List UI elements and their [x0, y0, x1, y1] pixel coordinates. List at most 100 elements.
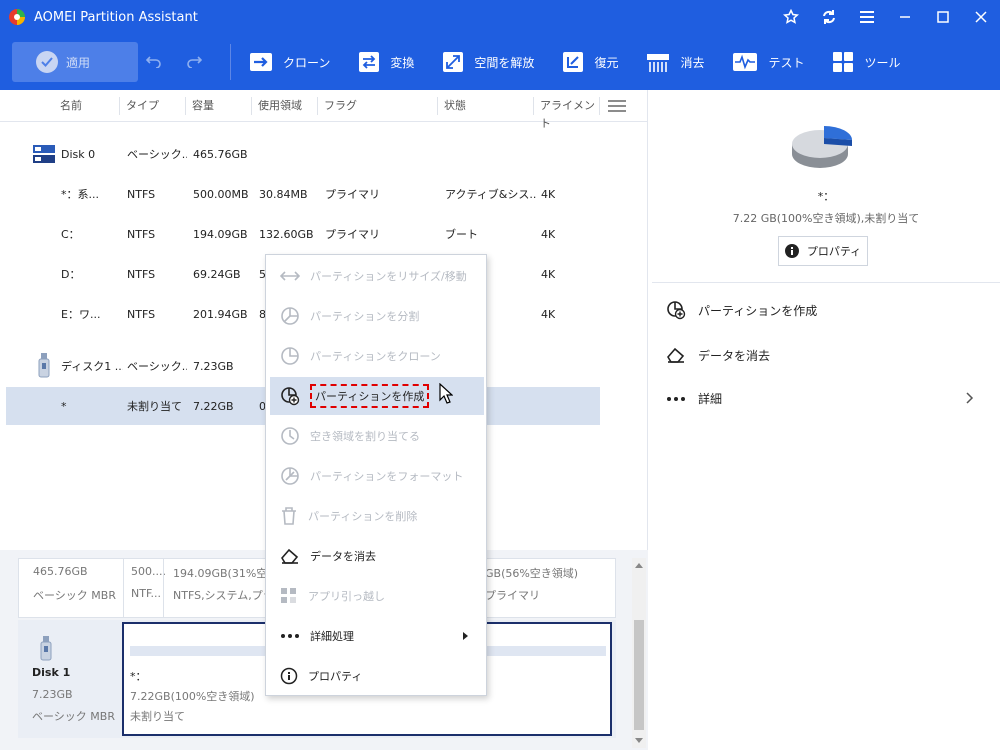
apply-button[interactable]: 適用: [12, 42, 138, 82]
highlighted-menu-label: パーティションを作成: [310, 384, 430, 408]
disk1-kind: ベーシック MBR: [32, 710, 115, 723]
check-icon: [36, 51, 58, 73]
disk1-name: Disk 1: [32, 666, 71, 679]
submenu-arrow-icon: [463, 632, 468, 640]
menu-item-clone[interactable]: パーティションをクローン: [270, 337, 484, 375]
row-capacity: 69.24GB: [193, 267, 241, 281]
col-type[interactable]: タイプ: [120, 96, 186, 115]
free-space-button[interactable]: 空間を解放: [442, 51, 534, 73]
row-type: ベーシック...: [127, 360, 187, 373]
clone-button[interactable]: クローン: [249, 52, 330, 72]
partition-fs: プライマリ: [485, 589, 540, 602]
divider: [652, 282, 1000, 283]
menu-item-delete[interactable]: パーティションを削除: [270, 497, 484, 535]
menu-item-allocate-free-space[interactable]: 空き領域を割り当てる: [270, 417, 484, 455]
favorite-star-icon[interactable]: [772, 0, 810, 34]
usb-drive-icon: [38, 353, 50, 378]
row-name: E：ワ...: [61, 308, 101, 321]
partition-info: 7.22 GB(100%空き領域),未割り当て: [732, 212, 920, 225]
usb-drive-icon: [40, 636, 52, 661]
menu-item-app-mover[interactable]: アプリ引っ越し: [270, 577, 484, 615]
refresh-icon[interactable]: [810, 0, 848, 34]
disk-pie-chart-icon: [792, 126, 852, 168]
toolbar-separator: [230, 44, 231, 80]
menu-item-resize-move[interactable]: パーティションをリサイズ/移動: [270, 257, 484, 295]
row-name: *: [61, 399, 67, 413]
row-name: D：: [61, 268, 81, 281]
hard-disk-icon: [33, 145, 55, 163]
redo-icon[interactable]: [186, 53, 203, 72]
convert-button[interactable]: 変換: [358, 51, 414, 73]
advanced-action[interactable]: 詳細: [666, 390, 986, 407]
scroll-thumb[interactable]: [634, 620, 644, 730]
partition-fs: NTF...: [131, 587, 161, 600]
restore-label: 復元: [594, 55, 619, 70]
split-partition-icon: [281, 307, 299, 325]
col-alignment[interactable]: アライメント: [534, 96, 600, 130]
row-capacity: 201.94GB: [193, 307, 248, 321]
scroll-up-icon[interactable]: [635, 562, 643, 568]
menu-icon[interactable]: [848, 0, 886, 34]
row-used: 30.84MB: [259, 187, 308, 201]
restore-button[interactable]: 復元: [562, 51, 618, 73]
disk-row[interactable]: Disk 0 ベーシック... 465.76GB: [6, 135, 600, 173]
row-status: ブート: [445, 228, 478, 241]
menu-item-label: パーティションをフォーマット: [310, 470, 464, 483]
row-used: 132.60GB: [259, 227, 314, 241]
row-alignment: 4K: [541, 307, 556, 321]
menu-item-label: 詳細処理: [310, 630, 354, 643]
menu-item-format[interactable]: パーティションをフォーマット: [270, 457, 484, 495]
properties-button[interactable]: プロパティ: [778, 236, 868, 266]
tools-label: ツール: [864, 55, 901, 70]
row-capacity: 194.09GB: [193, 227, 248, 241]
close-icon[interactable]: [962, 0, 1000, 34]
row-status: アクティブ&シス...: [445, 188, 537, 201]
maximize-icon[interactable]: [924, 0, 962, 34]
disk1-size: 7.23GB: [32, 688, 73, 701]
clone-icon: [250, 53, 272, 71]
menu-item-wipe-data[interactable]: データを消去: [270, 537, 484, 575]
tools-button[interactable]: ツール: [832, 51, 901, 73]
menu-item-label: パーティションをリサイズ/移動: [310, 270, 467, 283]
test-button[interactable]: テスト: [732, 51, 804, 73]
row-type: NTFS: [127, 267, 156, 281]
partition-size: GB(56%空き領域): [485, 567, 579, 580]
wipe-label: 消去: [680, 55, 705, 70]
col-capacity[interactable]: 容量: [186, 96, 252, 115]
menu-item-split[interactable]: パーティションを分割: [270, 297, 484, 335]
create-partition-label: パーティションを作成: [698, 303, 818, 318]
pulse-icon: [733, 53, 758, 71]
title-bar: AOMEI Partition Assistant: [0, 0, 1000, 34]
chevron-right-icon: [966, 392, 974, 404]
table-row[interactable]: *：系... NTFS 500.00MB 30.84MB プライマリ アクティブ…: [6, 175, 600, 213]
col-flag[interactable]: フラグ: [318, 96, 438, 115]
eraser-icon: [667, 347, 685, 363]
shredder-icon: [647, 54, 670, 72]
create-partition-action[interactable]: パーティションを作成: [666, 300, 817, 320]
column-settings-icon[interactable]: [608, 100, 626, 112]
app-title: AOMEI Partition Assistant: [34, 9, 198, 25]
scroll-down-icon[interactable]: [635, 738, 643, 744]
undo-icon[interactable]: [145, 53, 162, 72]
row-flag: プライマリ: [325, 188, 380, 201]
menu-item-label: パーティションを削除: [308, 510, 418, 523]
advanced-label: 詳細: [698, 392, 723, 406]
col-status[interactable]: 状態: [438, 96, 534, 115]
wipe-data-label: データを消去: [698, 348, 771, 363]
minimize-icon[interactable]: [886, 0, 924, 34]
row-alignment: 4K: [541, 227, 556, 241]
wipe-data-action[interactable]: データを消去: [666, 346, 770, 364]
app-mover-icon: [281, 588, 296, 603]
table-row[interactable]: C： NTFS 194.09GB 132.60GB プライマリ ブート 4K: [6, 215, 600, 253]
wipe-button[interactable]: 消去: [646, 51, 704, 73]
menu-item-properties[interactable]: プロパティ: [270, 657, 484, 695]
convert-icon: [359, 52, 380, 72]
partition-size: 500....: [131, 565, 166, 578]
diskmap-scrollbar[interactable]: [632, 558, 646, 748]
more-dots-icon: [667, 396, 685, 401]
col-name[interactable]: 名前: [54, 96, 120, 115]
col-used[interactable]: 使用領域: [252, 96, 318, 115]
clone-partition-icon: [281, 347, 299, 365]
row-type: ベーシック...: [127, 148, 187, 161]
menu-item-advanced[interactable]: 詳細処理: [270, 617, 484, 655]
